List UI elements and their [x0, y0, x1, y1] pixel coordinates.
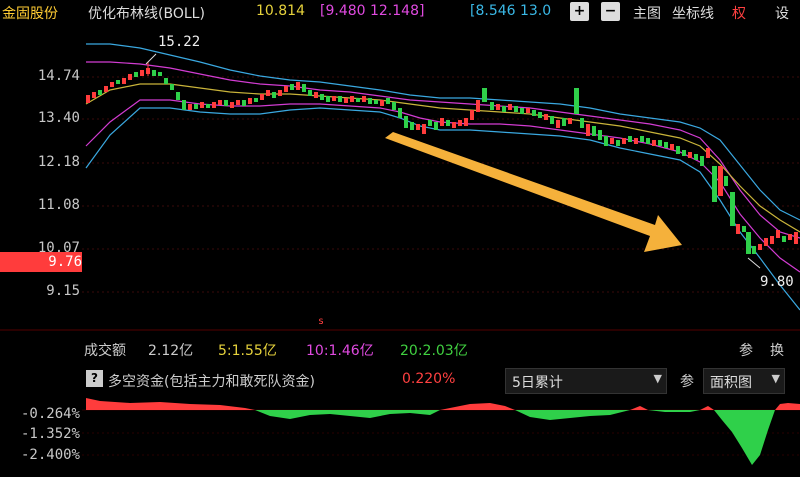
trend-arrow	[385, 132, 682, 252]
boll-upper-outer-line	[86, 43, 800, 221]
main-chart-button[interactable]: 主图	[633, 3, 661, 23]
high-marker-line	[145, 53, 157, 65]
chevron-down-icon: ▼	[653, 372, 662, 385]
axis-line-button[interactable]: 坐标线	[672, 3, 714, 23]
money-flow-chart[interactable]	[0, 396, 800, 477]
settings-button[interactable]: 设	[775, 3, 789, 23]
chart-type-select[interactable]: 面积图 ▼	[703, 368, 785, 394]
period-select[interactable]: 5日累计 ▼	[505, 368, 667, 394]
volume-ma10: 10:1.46亿	[306, 343, 374, 359]
low-marker-line	[747, 257, 761, 269]
money-negative-area	[255, 410, 440, 419]
volume-ma20: 20:2.03亿	[400, 343, 468, 359]
money-flow-value: 0.220%	[402, 371, 456, 387]
money-tick-3: -2.400%	[20, 447, 80, 463]
money-flow-title: 多空资金(包括主力和敢死队资金)	[108, 374, 315, 390]
stock-name[interactable]: 金固股份	[2, 3, 58, 23]
indicator-header: 金固股份 优化布林线(BOLL) 10.814 [9.480 12.148] […	[0, 0, 800, 24]
volume-param-button[interactable]: 参	[739, 340, 753, 360]
event-marker[interactable]: s	[318, 316, 324, 327]
money-tick-1: -0.264%	[20, 406, 80, 422]
volume-ma5: 5:1.55亿	[218, 343, 277, 359]
money-tick-2: -1.352%	[20, 426, 80, 442]
current-price-tag: 9.76	[0, 252, 82, 272]
price-tick-6: 9.15	[46, 283, 80, 299]
help-icon[interactable]: ?	[86, 370, 103, 387]
boll-lower-outer-line	[85, 107, 800, 311]
price-tick-2: 13.40	[37, 110, 80, 126]
money-positive-area	[86, 398, 255, 410]
boll-mid-value: 10.814	[256, 3, 305, 19]
rights-button[interactable]: 权	[732, 3, 746, 23]
indicator-name[interactable]: 优化布林线(BOLL)	[88, 3, 205, 23]
boll-band-values: [9.480 12.148]	[320, 3, 425, 19]
boll-band2-values: [8.546 13.0	[470, 3, 552, 19]
chart-type-select-value: 面积图	[710, 375, 752, 391]
price-tick-4: 11.08	[37, 197, 80, 213]
low-price-label: 9.80	[760, 274, 794, 290]
chevron-down-icon: ▼	[771, 372, 780, 385]
money-param-button[interactable]: 参	[680, 371, 694, 391]
zoom-out-button[interactable]: −	[601, 2, 620, 21]
volume-switch-button[interactable]: 换	[770, 340, 784, 360]
price-tick-3: 12.18	[37, 154, 80, 170]
price-tick-1: 14.74	[37, 68, 80, 84]
volume-info-bar: 成交额 2.12亿 5:1.55亿 10:1.46亿 20:2.03亿 参 换	[0, 334, 800, 364]
period-select-value: 5日累计	[512, 375, 563, 391]
volume-total: 2.12亿	[148, 343, 194, 359]
high-price-label: 15.22	[158, 34, 201, 50]
volume-title[interactable]: 成交额	[84, 340, 126, 360]
zoom-in-button[interactable]: +	[570, 2, 589, 21]
kline-chart[interactable]	[0, 24, 800, 334]
